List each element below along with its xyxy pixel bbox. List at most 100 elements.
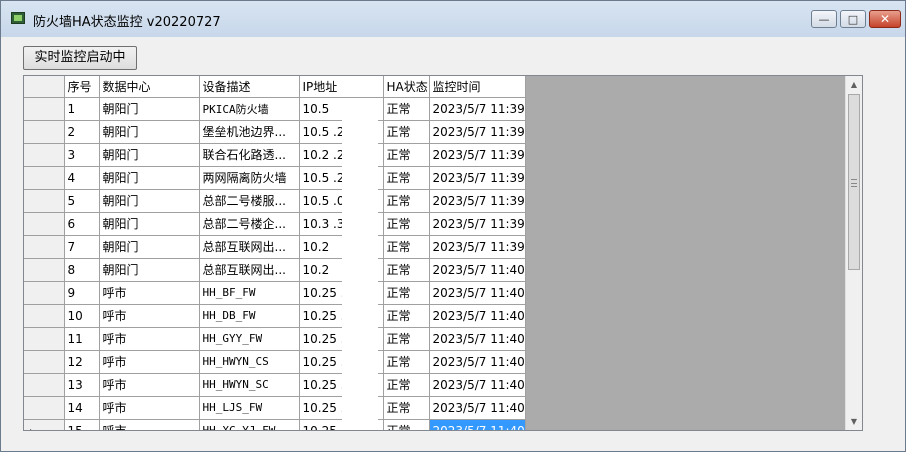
cell-datacenter[interactable]: 朝阳门 [99, 189, 200, 213]
scroll-thumb[interactable] [848, 94, 860, 270]
vertical-scrollbar[interactable]: ▲ ▼ [845, 76, 862, 430]
cell-ha-status[interactable]: 正常 [383, 120, 430, 144]
cell-device[interactable]: PKICA防火墙 [199, 97, 300, 121]
row-header[interactable] [24, 281, 65, 305]
cell-device[interactable]: HH_GYY_FW [199, 327, 300, 351]
cell-monitor-time[interactable]: 2023/5/7 11:39 [429, 235, 526, 259]
cell-device[interactable]: 堡垒机池边界... [199, 120, 300, 144]
cell-ha-status[interactable]: 正常 [383, 166, 430, 190]
cell-ha-status[interactable]: 正常 [383, 350, 430, 374]
table-row[interactable]: 3 朝阳门 联合石化路透... 10.2 .2 正常 2023/5/7 11:39 [24, 143, 526, 167]
row-header[interactable] [24, 166, 65, 190]
cell-index[interactable]: 5 [64, 189, 100, 213]
cell-device[interactable]: 两网隔离防火墙 [199, 166, 300, 190]
cell-ha-status[interactable]: 正常 [383, 373, 430, 397]
cell-index[interactable]: 13 [64, 373, 100, 397]
cell-device[interactable]: HH_LJS_FW [199, 396, 300, 420]
table-row[interactable]: 2 朝阳门 堡垒机池边界... 10.5 .211 正常 2023/5/7 11:39 [24, 120, 526, 144]
column-header-monitor-time[interactable]: 监控时间 [429, 76, 526, 98]
table-row[interactable]: 5 朝阳门 总部二号楼服... 10.5 .00 正常 2023/5/7 11:39 [24, 189, 526, 213]
table-row[interactable]: 8 朝阳门 总部互联网出... 10.2 正常 2023/5/7 11:40 [24, 258, 526, 282]
cell-ha-status[interactable]: 正常 [383, 143, 430, 167]
cell-ha-status[interactable]: 正常 [383, 281, 430, 305]
cell-device[interactable]: 总部互联网出... [199, 258, 300, 282]
column-header-ip[interactable]: IP地址 [299, 76, 384, 98]
table-row[interactable]: 6 朝阳门 总部二号楼企... 10.3 .32 正常 2023/5/7 11:39 [24, 212, 526, 236]
cell-device[interactable]: 联合石化路透... [199, 143, 300, 167]
cell-index[interactable]: 9 [64, 281, 100, 305]
row-header[interactable] [24, 212, 65, 236]
table-row[interactable]: 11 呼市 HH_GYY_FW 10.25 .15 正常 2023/5/7 11:40 [24, 327, 526, 351]
cell-datacenter[interactable]: 朝阳门 [99, 143, 200, 167]
table-row[interactable]: 14 呼市 HH_LJS_FW 10.25 .21 正常 2023/5/7 11:40 [24, 396, 526, 420]
cell-ha-status[interactable]: 正常 [383, 396, 430, 420]
cell-index[interactable]: 10 [64, 304, 100, 328]
cell-monitor-time[interactable]: 2023/5/7 11:39 [429, 166, 526, 190]
cell-datacenter[interactable]: 朝阳门 [99, 212, 200, 236]
cell-index[interactable]: 1 [64, 97, 100, 121]
cell-index[interactable]: 4 [64, 166, 100, 190]
cell-monitor-time[interactable]: 2023/5/7 11:40 [429, 304, 526, 328]
cell-monitor-time[interactable]: 2023/5/7 11:39 [429, 120, 526, 144]
cell-monitor-time[interactable]: 2023/5/7 11:39 [429, 97, 526, 121]
title-bar[interactable]: 防火墙HA状态监控 v20220727 — □ ✕ [1, 1, 905, 37]
cell-ha-status[interactable]: 正常 [383, 304, 430, 328]
cell-index[interactable]: 2 [64, 120, 100, 144]
scroll-up-button[interactable]: ▲ [846, 76, 862, 93]
cell-monitor-time[interactable]: 2023/5/7 11:40 [429, 258, 526, 282]
cell-device[interactable]: HH_HWYN_SC [199, 373, 300, 397]
row-header[interactable] [24, 373, 65, 397]
cell-device[interactable]: HH_DB_FW [199, 304, 300, 328]
row-header[interactable] [24, 189, 65, 213]
table-row[interactable]: 10 呼市 HH_DB_FW 10.25 .11 正常 2023/5/7 11:40 [24, 304, 526, 328]
table-row[interactable]: 13 呼市 HH_HWYN_SC 10.25 .17 正常 2023/5/7 11:40 [24, 373, 526, 397]
cell-ha-status[interactable]: 正常 [383, 258, 430, 282]
cell-monitor-time[interactable]: 2023/5/7 11:39 [429, 143, 526, 167]
table-row[interactable]: 1 朝阳门 PKICA防火墙 10.5 正常 2023/5/7 11:39 [24, 97, 526, 121]
row-header[interactable] [24, 235, 65, 259]
row-header[interactable] [24, 258, 65, 282]
cell-datacenter[interactable]: 呼市 [99, 373, 200, 397]
cell-datacenter[interactable]: 朝阳门 [99, 120, 200, 144]
cell-datacenter[interactable]: 朝阳门 [99, 258, 200, 282]
cell-device[interactable]: HH_HWYN_CS [199, 350, 300, 374]
column-header-datacenter[interactable]: 数据中心 [99, 76, 200, 98]
table-row[interactable]: ▶15呼市HH_XC_YJ_FW10.25 .21正常2023/5/7 11:4… [24, 419, 526, 430]
row-header[interactable] [24, 97, 65, 121]
cell-datacenter[interactable]: 朝阳门 [99, 235, 200, 259]
cell-ha-status[interactable]: 正常 [383, 189, 430, 213]
row-header[interactable] [24, 143, 65, 167]
cell-monitor-time[interactable]: 2023/5/7 11:40 [429, 350, 526, 374]
cell-datacenter[interactable]: 呼市 [99, 350, 200, 374]
cell-device[interactable]: 总部二号楼企... [199, 212, 300, 236]
column-header-ha-status[interactable]: HA状态 [383, 76, 430, 98]
cell-device[interactable]: HH_XC_YJ_FW [199, 419, 300, 430]
cell-index[interactable]: 8 [64, 258, 100, 282]
cell-monitor-time[interactable]: 2023/5/7 11:40 [429, 419, 526, 430]
cell-monitor-time[interactable]: 2023/5/7 11:40 [429, 327, 526, 351]
row-header[interactable] [24, 120, 65, 144]
maximize-button[interactable]: □ [840, 10, 866, 28]
cell-device[interactable]: 总部二号楼服... [199, 189, 300, 213]
close-button[interactable]: ✕ [869, 10, 901, 28]
row-header[interactable] [24, 304, 65, 328]
cell-ha-status[interactable]: 正常 [383, 419, 430, 430]
cell-index[interactable]: 3 [64, 143, 100, 167]
cell-device[interactable]: 总部互联网出... [199, 235, 300, 259]
column-header-index[interactable]: 序号 [64, 76, 100, 98]
table-row[interactable]: 7 朝阳门 总部互联网出... 10.2 正常 2023/5/7 11:39 [24, 235, 526, 259]
cell-datacenter[interactable]: 呼市 [99, 419, 200, 430]
cell-datacenter[interactable]: 呼市 [99, 304, 200, 328]
minimize-button[interactable]: — [811, 10, 837, 28]
cell-index[interactable]: 7 [64, 235, 100, 259]
cell-datacenter[interactable]: 呼市 [99, 281, 200, 305]
row-header[interactable] [24, 327, 65, 351]
start-monitor-button[interactable]: 实时监控启动中 [23, 46, 137, 70]
cell-device[interactable]: HH_BF_FW [199, 281, 300, 305]
column-header-device[interactable]: 设备描述 [199, 76, 300, 98]
cell-index[interactable]: 6 [64, 212, 100, 236]
cell-monitor-time[interactable]: 2023/5/7 11:39 [429, 212, 526, 236]
cell-monitor-time[interactable]: 2023/5/7 11:40 [429, 373, 526, 397]
cell-monitor-time[interactable]: 2023/5/7 11:40 [429, 396, 526, 420]
cell-monitor-time[interactable]: 2023/5/7 11:40 [429, 281, 526, 305]
